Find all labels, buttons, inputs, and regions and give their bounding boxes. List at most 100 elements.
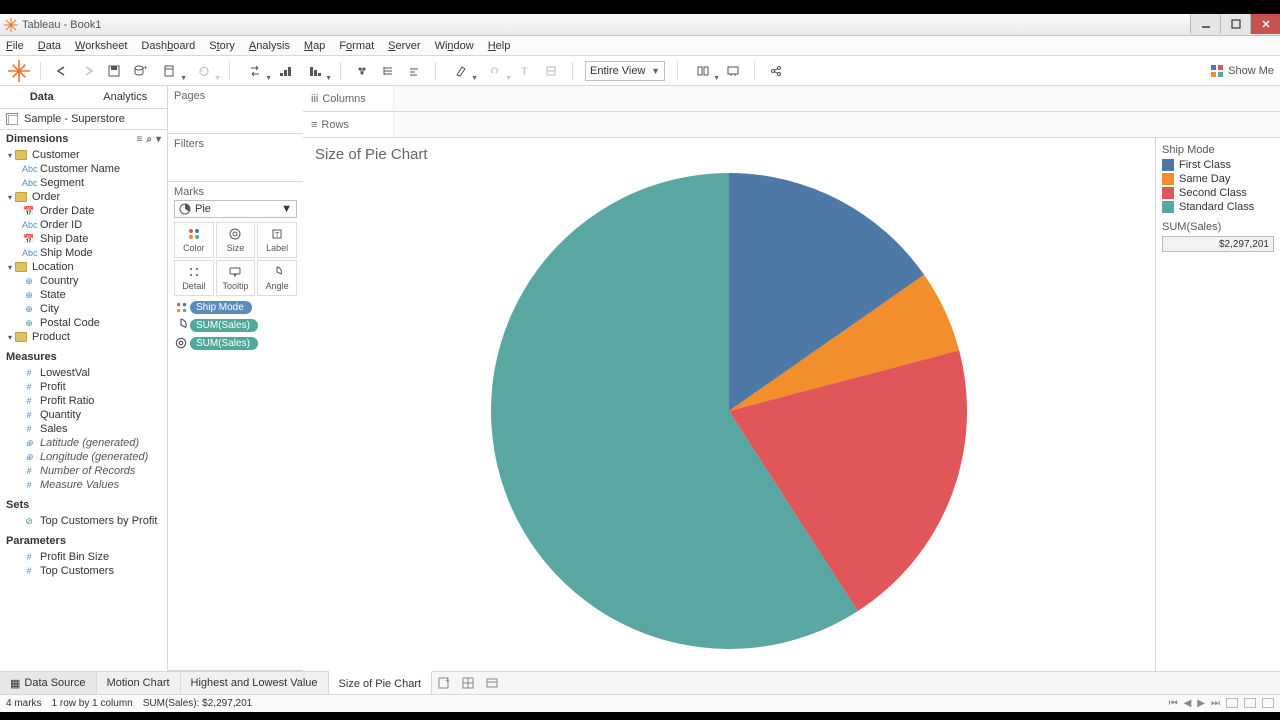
menu-analysis[interactable]: Analysis (249, 40, 290, 52)
tab-analytics[interactable]: Analytics (84, 86, 168, 108)
marks-type-dropdown[interactable]: Pie ▼ (174, 200, 297, 218)
sheet-tab[interactable]: Highest and Lowest Value (181, 672, 329, 694)
undo-button[interactable] (51, 60, 73, 82)
marks-size[interactable]: Size (216, 222, 256, 258)
dim-field[interactable]: AbcSegment (0, 176, 167, 190)
show-me-button[interactable]: Show Me (1210, 64, 1274, 78)
redo-button[interactable] (77, 60, 99, 82)
measure-field[interactable]: #Measure Values (0, 478, 167, 492)
measure-field[interactable]: #Number of Records (0, 464, 167, 478)
menu-server[interactable]: Server (388, 40, 420, 52)
marks-detail[interactable]: Detail (174, 260, 214, 296)
measure-field[interactable]: #Quantity (0, 408, 167, 422)
menu-data[interactable]: Data (38, 40, 61, 52)
marks-color[interactable]: Color (174, 222, 214, 258)
pages-shelf[interactable]: Pages (168, 86, 303, 134)
share-button[interactable] (765, 60, 787, 82)
new-worksheet-button[interactable]: ▼ (155, 60, 185, 82)
dim-group-location[interactable]: Location (0, 260, 167, 274)
nav-last-icon[interactable]: ⏭ (1211, 698, 1220, 709)
sheet-tab[interactable]: Size of Pie Chart (329, 671, 433, 694)
measure-field[interactable]: #Sales (0, 422, 167, 436)
search-icon[interactable]: ⌕ (146, 134, 152, 145)
menu-format[interactable]: Format (339, 40, 374, 52)
show-labels-button[interactable] (403, 60, 425, 82)
size-legend-value[interactable]: $2,297,201 (1162, 236, 1274, 252)
nav-next-icon[interactable]: ▶ (1197, 698, 1205, 709)
sort-asc-button[interactable] (274, 60, 296, 82)
set-field[interactable]: ⊘Top Customers by Profit (0, 514, 167, 528)
maximize-button[interactable] (1220, 14, 1250, 34)
marks-angle[interactable]: Angle (257, 260, 297, 296)
view-canvas[interactable]: Size of Pie Chart (303, 138, 1155, 671)
marks-pill[interactable]: Ship Mode (174, 300, 297, 314)
measure-field[interactable]: #Profit Ratio (0, 394, 167, 408)
dim-group-customer[interactable]: Customer (0, 148, 167, 162)
new-dashboard-button[interactable] (456, 672, 480, 694)
refresh-button[interactable]: ▼ (189, 60, 219, 82)
viz-title[interactable]: Size of Pie Chart (315, 146, 1143, 163)
nav-first-icon[interactable]: ⏮ (1169, 698, 1178, 709)
filmstrip-view-icon[interactable] (1244, 698, 1256, 708)
dim-field[interactable]: 📅Order Date (0, 204, 167, 218)
menu-icon[interactable]: ▾ (156, 134, 161, 145)
show-cards-button[interactable]: ▼ (688, 60, 718, 82)
sheets-view-icon[interactable] (1262, 698, 1274, 708)
dim-field[interactable]: AbcShip Mode (0, 246, 167, 260)
parameter-field[interactable]: #Top Customers (0, 564, 167, 578)
menu-dashboard[interactable]: Dashboard (141, 40, 195, 52)
marks-label[interactable]: TLabel (257, 222, 297, 258)
sheet-tab[interactable]: Motion Chart (97, 672, 181, 694)
datasource-item[interactable]: Sample - Superstore (0, 109, 167, 130)
rows-shelf[interactable]: ≡Rows (303, 112, 1280, 138)
nav-prev-icon[interactable]: ◀ (1184, 698, 1192, 709)
menu-window[interactable]: Window (435, 40, 474, 52)
sort-desc-button[interactable]: ▼ (300, 60, 330, 82)
menu-help[interactable]: Help (488, 40, 511, 52)
dim-group-product[interactable]: Product (0, 330, 167, 344)
columns-shelf[interactable]: iiiColumns (303, 86, 1280, 112)
dim-field[interactable]: ⊕State (0, 288, 167, 302)
highlight-button[interactable]: ▼ (446, 60, 476, 82)
measure-field[interactable]: #Profit (0, 380, 167, 394)
dim-field[interactable]: ⊕Postal Code (0, 316, 167, 330)
measure-field[interactable]: #LowestVal (0, 366, 167, 380)
marks-pill[interactable]: SUM(Sales) (174, 336, 297, 350)
menu-file[interactable]: File (6, 40, 24, 52)
tabs-view-icon[interactable] (1226, 698, 1238, 708)
legend-item[interactable]: First Class (1162, 159, 1274, 171)
attach-button[interactable]: ▼ (480, 60, 510, 82)
fit-axes-button[interactable] (540, 60, 562, 82)
legend-item[interactable]: Standard Class (1162, 201, 1274, 213)
dim-group-order[interactable]: Order (0, 190, 167, 204)
legend-item[interactable]: Same Day (1162, 173, 1274, 185)
measure-field[interactable]: ⊕Longitude (generated) (0, 450, 167, 464)
parameter-field[interactable]: #Profit Bin Size (0, 550, 167, 564)
legend-item[interactable]: Second Class (1162, 187, 1274, 199)
text-button[interactable]: T (514, 60, 536, 82)
filters-shelf[interactable]: Filters (168, 134, 303, 182)
tableau-home-icon[interactable] (8, 60, 30, 82)
dim-field[interactable]: ⊕Country (0, 274, 167, 288)
totals-button[interactable] (377, 60, 399, 82)
new-story-button[interactable] (480, 672, 504, 694)
dim-field[interactable]: AbcCustomer Name (0, 162, 167, 176)
close-button[interactable] (1250, 14, 1280, 34)
presentation-button[interactable] (722, 60, 744, 82)
pie-chart[interactable] (489, 171, 969, 651)
group-button[interactable] (351, 60, 373, 82)
menu-map[interactable]: Map (304, 40, 325, 52)
fit-mode-dropdown[interactable]: Entire View▼ (585, 61, 665, 81)
view-list-icon[interactable]: ≡ (137, 134, 143, 145)
measure-field[interactable]: ⊕Latitude (generated) (0, 436, 167, 450)
menu-story[interactable]: Story (209, 40, 235, 52)
tab-data[interactable]: Data (0, 86, 84, 108)
save-button[interactable] (103, 60, 125, 82)
dim-field[interactable]: 📅Ship Date (0, 232, 167, 246)
minimize-button[interactable] (1190, 14, 1220, 34)
new-datasource-button[interactable]: + (129, 60, 151, 82)
dim-field[interactable]: AbcOrder ID (0, 218, 167, 232)
marks-tooltip[interactable]: Tooltip (216, 260, 256, 296)
menu-worksheet[interactable]: Worksheet (75, 40, 127, 52)
dim-field[interactable]: ⊕City (0, 302, 167, 316)
